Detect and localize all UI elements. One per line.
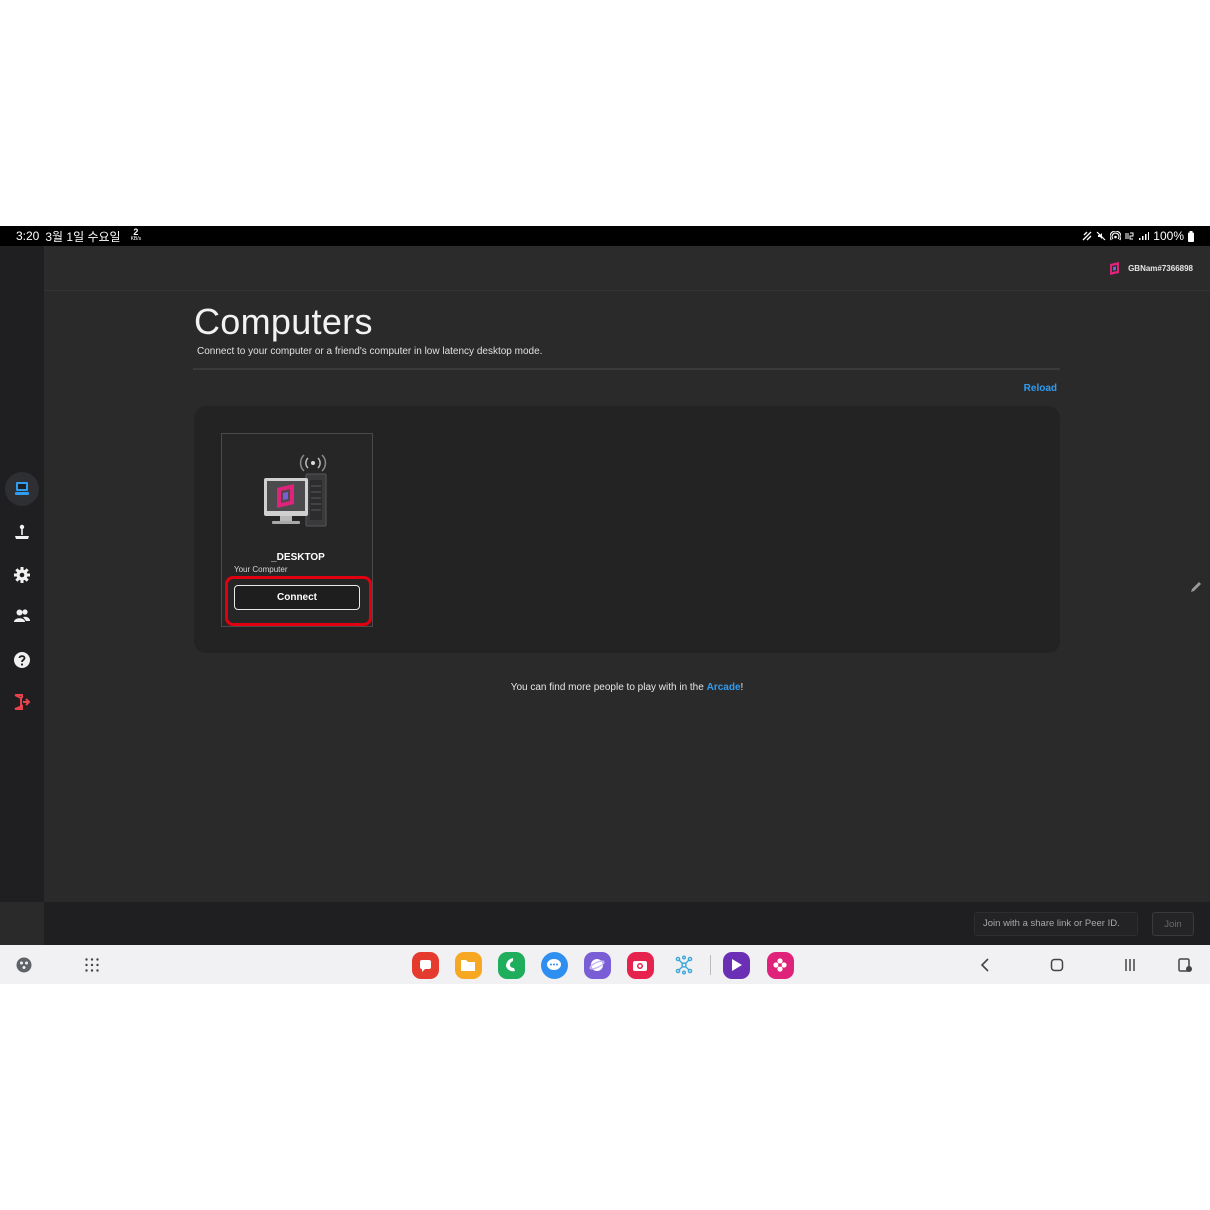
gallery-app-icon xyxy=(766,951,794,979)
signal-icon xyxy=(1139,232,1150,240)
network-speed-value: 2 xyxy=(133,227,139,237)
flipboard-app-icon xyxy=(411,951,439,979)
network-speed-unit: KB/s xyxy=(130,236,142,242)
status-date: 3월 1일 수요일 xyxy=(45,229,121,244)
taskbar-app-messages[interactable] xyxy=(540,951,568,979)
app-grid-icon xyxy=(85,958,99,972)
taskbar-app-camera[interactable] xyxy=(626,951,654,979)
nav-back-button[interactable] xyxy=(971,951,999,979)
taskbar-app-bixby[interactable] xyxy=(670,951,698,979)
logout-icon xyxy=(14,694,31,710)
username: GBNam#7366898 xyxy=(1128,264,1193,273)
my-files-app-icon xyxy=(454,951,482,979)
nfc-icon xyxy=(1082,231,1092,241)
tablet-screen: 3:20 3월 1일 수요일 2 KB/s 100% GBNam#7366898… xyxy=(0,226,1210,984)
taskbar-app-my-files[interactable] xyxy=(454,951,482,979)
join-button[interactable]: Join xyxy=(1152,912,1194,936)
title-divider xyxy=(193,368,1060,370)
video-player-app-icon xyxy=(722,951,750,979)
arcade-joystick-icon xyxy=(15,524,29,539)
messages-app-icon xyxy=(540,951,568,979)
settings-gear-icon xyxy=(14,567,30,583)
status-time: 3:20 xyxy=(16,229,40,243)
page-title: Computers xyxy=(194,301,373,342)
computer-owner: Your Computer xyxy=(234,565,288,574)
page-subtitle: Connect to your computer or a friend's c… xyxy=(197,346,543,357)
battery-icon xyxy=(1188,230,1194,242)
sidebar xyxy=(0,246,44,902)
reload-link[interactable]: Reload xyxy=(1024,383,1057,394)
sidebar-item-help[interactable] xyxy=(5,643,39,677)
pencil-icon xyxy=(1191,582,1201,592)
edge-panel-handle[interactable] xyxy=(1182,569,1210,605)
computer-icon xyxy=(15,482,29,495)
taskbar-screen-button[interactable] xyxy=(1171,951,1199,979)
friends-icon xyxy=(14,609,30,622)
desktop-computer-icon xyxy=(264,454,327,527)
arcade-link[interactable]: Arcade xyxy=(707,682,741,693)
sidebar-item-friends[interactable] xyxy=(5,599,39,633)
sidebar-item-settings[interactable] xyxy=(5,558,39,592)
join-bar: Join with a share link or Peer ID. Join xyxy=(44,902,1210,945)
taskbar-assistant-button[interactable] xyxy=(10,951,38,979)
assistant-icon xyxy=(16,957,32,973)
camera-app-icon xyxy=(626,951,654,979)
taskbar-app-video-player[interactable] xyxy=(722,951,750,979)
top-header: GBNam#7366898 xyxy=(44,246,1210,291)
peer-id-input[interactable]: Join with a share link or Peer ID. xyxy=(974,912,1138,936)
taskbar-app-flipboard[interactable] xyxy=(411,951,439,979)
taskbar-app-phone[interactable] xyxy=(497,951,525,979)
computer-card: _DESKTOP Your Computer Connect xyxy=(221,433,373,627)
sidebar-item-arcade[interactable] xyxy=(5,515,39,549)
mute-icon xyxy=(1096,231,1106,241)
arcade-note-suffix: ! xyxy=(740,682,744,693)
computers-panel: _DESKTOP Your Computer Connect xyxy=(194,406,1060,653)
nav-home-button[interactable] xyxy=(1043,951,1071,979)
screen-capture-icon xyxy=(1178,958,1192,972)
taskbar-app-gallery[interactable] xyxy=(766,951,794,979)
taskbar-app-internet[interactable] xyxy=(583,951,611,979)
network-speed: 2 KB/s xyxy=(130,227,142,243)
lte-icon xyxy=(1125,232,1134,240)
hotspot-icon xyxy=(1110,231,1122,241)
sidebar-item-computers[interactable] xyxy=(5,472,39,506)
user-profile[interactable]: GBNam#7366898 xyxy=(1109,262,1193,275)
bixby-app-icon xyxy=(675,955,693,975)
android-taskbar xyxy=(0,945,1210,984)
nav-recents-button[interactable] xyxy=(1116,951,1144,979)
back-icon xyxy=(980,958,989,972)
arcade-note: You can find more people to play with in… xyxy=(0,682,1210,693)
home-icon xyxy=(1050,958,1064,972)
arcade-note-text: You can find more people to play with in… xyxy=(510,682,707,693)
taskbar-app-drawer-button[interactable] xyxy=(78,951,106,979)
connect-button[interactable]: Connect xyxy=(234,585,360,610)
phone-app-icon xyxy=(497,951,525,979)
recents-icon xyxy=(1125,959,1135,971)
internet-app-icon xyxy=(583,951,611,979)
help-icon xyxy=(14,652,30,668)
status-bar: 3:20 3월 1일 수요일 2 KB/s 100% xyxy=(0,226,1210,246)
parsec-logo-icon xyxy=(1110,262,1120,275)
taskbar-divider xyxy=(710,955,711,975)
battery-percent: 100% xyxy=(1153,229,1184,243)
computer-name: _DESKTOP xyxy=(271,552,325,563)
